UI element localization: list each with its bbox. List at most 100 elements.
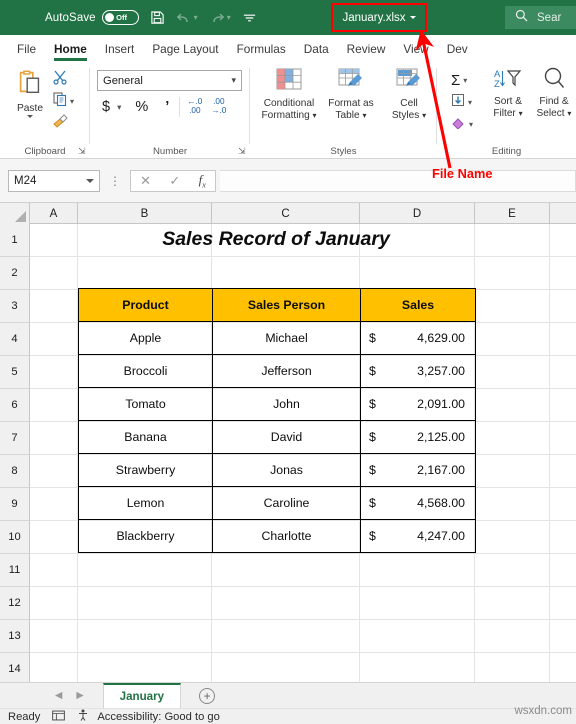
header-product[interactable]: Product — [78, 288, 213, 322]
header-sales[interactable]: Sales — [360, 288, 476, 322]
row-header-11[interactable]: 11 — [0, 554, 30, 587]
chevron-down-icon[interactable]: ▾ — [469, 120, 473, 129]
chevron-down-icon[interactable]: ▾ — [468, 98, 472, 107]
cell-product[interactable]: Apple — [78, 321, 213, 355]
row-header-3[interactable]: 3 — [0, 290, 30, 323]
add-sheet-plus-icon[interactable]: + — [199, 687, 216, 704]
copy-button[interactable]: ▾ — [52, 91, 74, 112]
decrease-decimal-icon[interactable]: ←.0 .00 — [187, 98, 202, 115]
row-header-2[interactable]: 2 — [0, 257, 30, 290]
autosum-button[interactable]: Σ ▾ — [451, 69, 473, 91]
cell-person[interactable]: Michael — [212, 321, 361, 355]
dialog-launcher-icon[interactable]: ⇲ — [78, 147, 87, 156]
cell-product[interactable]: Lemon — [78, 486, 213, 520]
chevron-down-icon[interactable]: ▾ — [231, 75, 236, 86]
chevron-down-icon[interactable]: ▾ — [313, 111, 317, 120]
format-as-table-button[interactable]: Format as Table ▾ — [320, 67, 382, 122]
header-sales-person[interactable]: Sales Person — [212, 288, 361, 322]
percent-format-button[interactable]: % — [132, 99, 151, 116]
tab-file[interactable]: File — [8, 42, 45, 61]
column-header-e[interactable]: E — [475, 203, 550, 224]
chevron-down-icon[interactable]: ▾ — [567, 109, 571, 118]
find-and-select-button[interactable]: Find & Select ▾ — [530, 67, 576, 120]
tab-view[interactable]: View — [394, 42, 437, 61]
increase-decimal-icon[interactable]: .00 →.0 — [211, 98, 226, 115]
fill-button[interactable]: ▾ — [451, 91, 473, 113]
row-header-1[interactable]: 1 — [0, 224, 30, 257]
tab-formulas[interactable]: Formulas — [228, 42, 295, 61]
cancel-x-icon[interactable]: ✕ — [140, 173, 151, 189]
chevron-down-icon[interactable]: ▾ — [362, 111, 366, 120]
cell-product[interactable]: Tomato — [78, 387, 213, 421]
cell-product[interactable]: Blackberry — [78, 519, 213, 553]
cell-person[interactable]: Jonas — [212, 453, 361, 487]
select-all-corner-icon[interactable] — [0, 203, 30, 224]
column-header-c[interactable]: C — [212, 203, 360, 224]
row-header-12[interactable]: 12 — [0, 587, 30, 620]
chevron-down-icon[interactable] — [409, 16, 416, 19]
cell-sales[interactable]: $3,257.00 — [360, 354, 476, 388]
chevron-down-icon[interactable] — [86, 178, 94, 183]
row-header-13[interactable]: 13 — [0, 620, 30, 653]
tab-developer[interactable]: Dev — [438, 42, 477, 61]
currency-format-button[interactable]: $ — [99, 99, 113, 116]
document-name-highlight-box[interactable]: January.xlsx — [331, 3, 427, 32]
clear-button[interactable]: ▾ — [451, 113, 473, 135]
chevron-down-icon[interactable]: ▾ — [117, 102, 121, 113]
sheet-tab-january[interactable]: January — [102, 683, 182, 708]
chevron-down-icon[interactable] — [27, 115, 33, 118]
row-header-5[interactable]: 5 — [0, 356, 30, 389]
chevron-down-icon[interactable]: ▾ — [422, 111, 426, 120]
column-header-f[interactable] — [550, 203, 576, 224]
name-box[interactable]: M24 — [8, 169, 100, 192]
cells-area[interactable]: Sales Record of January Product Sales Pe… — [30, 224, 576, 682]
comma-style-button[interactable]: ’ — [162, 99, 172, 116]
accessibility-icon[interactable] — [77, 709, 89, 724]
save-icon[interactable] — [150, 10, 165, 25]
worksheet-title[interactable]: Sales Record of January — [78, 228, 474, 251]
cell-product[interactable]: Strawberry — [78, 453, 213, 487]
undo-icon[interactable]: ▾ — [176, 11, 198, 25]
cell-sales[interactable]: $2,167.00 — [360, 453, 476, 487]
cell-person[interactable]: David — [212, 420, 361, 454]
number-format-select[interactable]: General ▾ — [97, 70, 242, 91]
redo-icon[interactable]: ▾ — [209, 11, 231, 25]
tab-home[interactable]: Home — [45, 42, 96, 61]
cell-product[interactable]: Banana — [78, 420, 213, 454]
cell-sales[interactable]: $4,629.00 — [360, 321, 476, 355]
page-layout-icon[interactable] — [52, 710, 66, 724]
cell-sales[interactable]: $2,091.00 — [360, 387, 476, 421]
customize-quick-access-icon[interactable] — [242, 12, 257, 24]
format-painter-button[interactable] — [52, 113, 70, 134]
next-sheet-arrow-icon[interactable]: ▶ — [69, 690, 90, 701]
paste-button[interactable]: Paste — [8, 67, 52, 118]
cell-person[interactable]: Jefferson — [212, 354, 361, 388]
row-header-10[interactable]: 10 — [0, 521, 30, 554]
formula-input[interactable] — [220, 169, 576, 192]
row-header-8[interactable]: 8 — [0, 455, 30, 488]
row-header-4[interactable]: 4 — [0, 323, 30, 356]
conditional-formatting-button[interactable]: Conditional Formatting ▾ — [258, 67, 320, 122]
row-header-7[interactable]: 7 — [0, 422, 30, 455]
row-header-6[interactable]: 6 — [0, 389, 30, 422]
cell-product[interactable]: Broccoli — [78, 354, 213, 388]
cell-person[interactable]: Caroline — [212, 486, 361, 520]
cell-sales[interactable]: $4,247.00 — [360, 519, 476, 553]
cell-sales[interactable]: $4,568.00 — [360, 486, 476, 520]
enter-check-icon[interactable]: ✓ — [169, 173, 180, 189]
search-box[interactable]: Sear — [505, 6, 576, 29]
dialog-launcher-icon[interactable]: ⇲ — [238, 147, 247, 156]
chevron-down-icon[interactable]: ▾ — [463, 76, 467, 85]
cell-person[interactable]: John — [212, 387, 361, 421]
column-header-d[interactable]: D — [360, 203, 475, 224]
tab-insert[interactable]: Insert — [96, 42, 144, 61]
cell-sales[interactable]: $2,125.00 — [360, 420, 476, 454]
cell-person[interactable]: Charlotte — [212, 519, 361, 553]
tab-page-layout[interactable]: Page Layout — [143, 42, 227, 61]
tab-review[interactable]: Review — [338, 42, 395, 61]
column-header-b[interactable]: B — [78, 203, 212, 224]
row-header-9[interactable]: 9 — [0, 488, 30, 521]
cut-button[interactable] — [52, 69, 68, 90]
previous-sheet-arrow-icon[interactable]: ◀ — [48, 690, 69, 701]
chevron-down-icon[interactable]: ▾ — [519, 109, 523, 118]
